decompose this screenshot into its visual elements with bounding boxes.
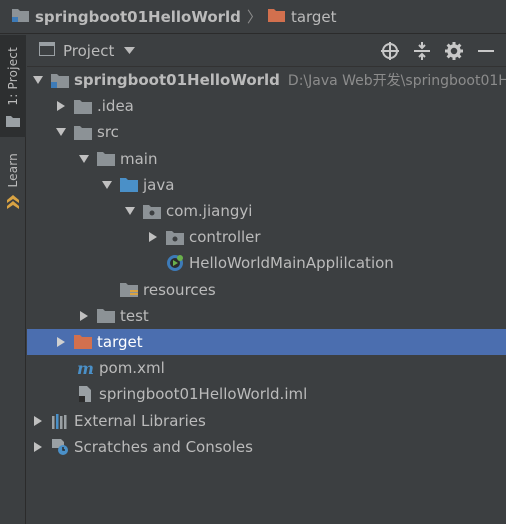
tree-label: springboot01HelloWorld <box>74 71 280 90</box>
tree-label: HelloWorldMainApplilcation <box>189 254 394 273</box>
scratches-icon <box>51 438 69 455</box>
maven-icon: m <box>76 360 94 376</box>
tab-project[interactable]: 1: Project <box>0 35 26 137</box>
panel-actions <box>370 39 498 63</box>
tool-window-strip: 1: Project Learn <box>0 35 26 524</box>
svg-text:m: m <box>77 361 94 376</box>
tree-label: main <box>120 149 158 168</box>
collapsed-arrow-icon[interactable] <box>77 309 91 323</box>
excluded-folder-icon <box>74 334 92 350</box>
excluded-folder-icon <box>267 8 285 26</box>
collapsed-arrow-icon[interactable] <box>54 99 68 113</box>
tree-label: test <box>120 306 149 325</box>
tree-node-controller[interactable]: controller <box>27 224 506 250</box>
tree-label: springboot01HelloWorld.iml <box>99 385 308 404</box>
folder-icon <box>74 98 92 114</box>
tree-node-java[interactable]: java <box>27 172 506 198</box>
navigation-bar: springboot01HelloWorld 〉 target <box>0 0 506 34</box>
tree-label: target <box>97 332 143 351</box>
tree-node-resources[interactable]: resources <box>27 277 506 303</box>
spring-boot-class-icon <box>166 255 184 272</box>
tab-learn[interactable]: Learn <box>0 153 26 215</box>
tree-label: External Libraries <box>74 411 206 430</box>
breadcrumb-current[interactable]: target <box>267 7 337 26</box>
module-path: D:\Java Web开发\springboot01H <box>287 73 506 90</box>
library-icon <box>51 413 69 429</box>
package-icon <box>166 229 184 245</box>
resources-folder-icon <box>120 282 138 298</box>
tree-node-pom[interactable]: m pom.xml <box>27 355 506 381</box>
expand-arrow-icon[interactable] <box>77 152 91 166</box>
folder-icon <box>6 112 20 131</box>
collapsed-arrow-icon[interactable] <box>31 440 45 454</box>
package-icon <box>143 203 161 219</box>
learn-icon <box>6 194 20 214</box>
collapsed-arrow-icon[interactable] <box>31 414 45 428</box>
hide-button[interactable] <box>474 39 498 63</box>
gear-icon <box>445 42 463 60</box>
expand-arrow-icon[interactable] <box>100 178 114 192</box>
chevron-down-icon <box>124 47 136 54</box>
tree-node-package[interactable]: com.jiangyi <box>27 198 506 224</box>
panel-title: Project <box>63 41 115 60</box>
tab-learn-label: Learn <box>6 153 20 188</box>
module-folder-icon <box>51 72 69 88</box>
folder-icon <box>97 308 115 324</box>
tree-label: Scratches and Consoles <box>74 437 253 456</box>
tree-node-iml[interactable]: springboot01HelloWorld.iml <box>27 381 506 407</box>
minimize-icon <box>478 50 494 52</box>
tree-label: pom.xml <box>99 359 165 378</box>
tab-project-label: 1: Project <box>6 47 20 106</box>
collapsed-arrow-icon[interactable] <box>146 230 160 244</box>
module-folder-icon <box>12 8 29 26</box>
iml-file-icon <box>76 386 94 403</box>
expand-arrow-icon[interactable] <box>123 204 137 218</box>
breadcrumb-root[interactable]: springboot01HelloWorld <box>12 8 241 26</box>
tree-node-idea[interactable]: .idea <box>27 93 506 119</box>
expand-arrow-icon[interactable] <box>31 73 45 87</box>
project-view-icon <box>39 41 55 60</box>
tree-node-app-class[interactable]: HelloWorldMainApplilcation <box>27 250 506 276</box>
tree-node-main[interactable]: main <box>27 146 506 172</box>
collapse-icon <box>414 42 430 60</box>
folder-icon <box>74 124 92 140</box>
collapse-all-button[interactable] <box>410 39 434 63</box>
project-panel: Project springboot01HelloWorld D:\Java W… <box>27 35 506 524</box>
tree-label: controller <box>189 228 261 247</box>
settings-button[interactable] <box>442 39 466 63</box>
tree-node-test[interactable]: test <box>27 303 506 329</box>
tree-node-external-libraries[interactable]: External Libraries <box>27 407 506 433</box>
project-panel-header: Project <box>27 35 506 67</box>
collapsed-arrow-icon[interactable] <box>54 335 68 349</box>
tree-label: .idea <box>97 97 134 116</box>
tree-node-root[interactable]: springboot01HelloWorld D:\Java Web开发\spr… <box>27 67 506 93</box>
tree-node-scratches[interactable]: Scratches and Consoles <box>27 434 506 460</box>
locate-button[interactable] <box>378 39 402 63</box>
breadcrumb-current-label: target <box>290 7 337 26</box>
tree-label: java <box>143 175 175 194</box>
tree-label: src <box>97 123 119 142</box>
tree-label: com.jiangyi <box>166 202 253 221</box>
project-tree: springboot01HelloWorld D:\Java Web开发\spr… <box>27 67 506 460</box>
tree-node-src[interactable]: src <box>27 119 506 145</box>
tree-label: resources <box>143 280 216 299</box>
locate-icon <box>381 42 399 60</box>
tree-node-target[interactable]: target <box>27 328 506 356</box>
breadcrumb-root-label: springboot01HelloWorld <box>35 7 241 26</box>
view-mode-dropdown[interactable] <box>124 47 136 54</box>
folder-icon <box>97 151 115 167</box>
expand-arrow-icon[interactable] <box>54 125 68 139</box>
breadcrumb-separator-icon: 〉 <box>246 8 262 26</box>
source-folder-icon <box>120 177 138 193</box>
